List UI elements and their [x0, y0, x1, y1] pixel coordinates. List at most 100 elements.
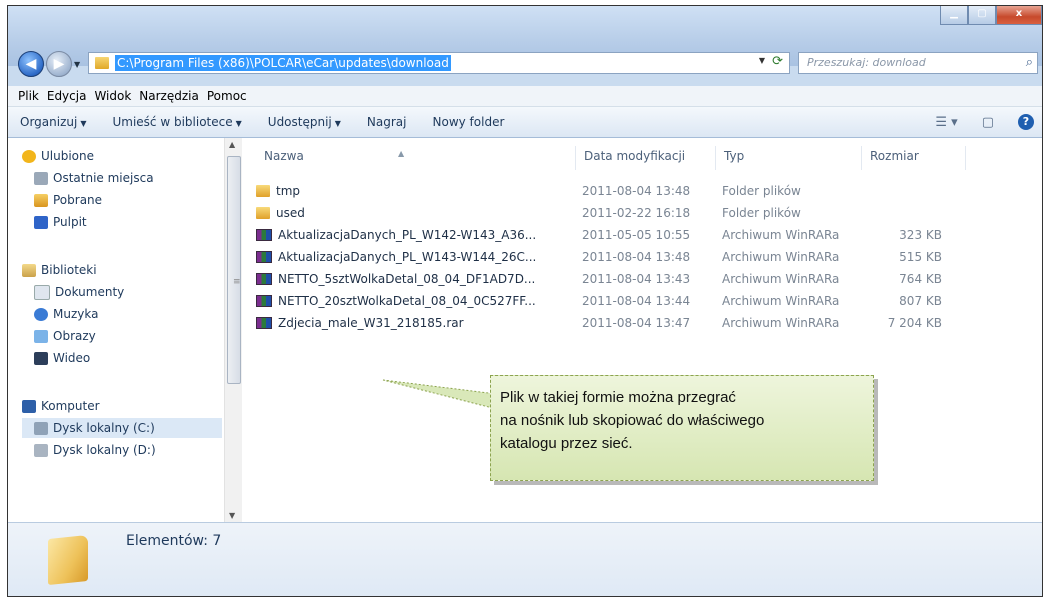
- file-type: Archiwum WinRARa: [722, 316, 840, 330]
- menu-item-view[interactable]: Widok: [94, 89, 131, 103]
- nav-item-pictures[interactable]: Obrazy: [34, 326, 96, 346]
- column-header-date[interactable]: Data modyfikacji: [576, 146, 716, 170]
- item-count: Elementów: 7: [126, 533, 222, 549]
- new-folder-button[interactable]: Nowy folder: [433, 115, 505, 129]
- winrar-archive-icon: [256, 251, 272, 263]
- nav-label: Obrazy: [53, 329, 96, 343]
- search-icon[interactable]: ⌕: [1026, 55, 1033, 70]
- share-button[interactable]: Udostępnij ▼: [268, 115, 341, 129]
- scroll-down-icon[interactable]: ▼: [229, 511, 235, 520]
- nav-label: Dokumenty: [55, 285, 125, 299]
- menu-item-help[interactable]: Pomoc: [207, 89, 247, 103]
- nav-item-disk-d[interactable]: Dysk lokalny (D:): [34, 440, 156, 460]
- file-size: 323 KB: [899, 228, 942, 242]
- nav-item-computer[interactable]: Komputer: [22, 396, 100, 416]
- view-options-icon[interactable]: ☰ ▾: [935, 115, 957, 130]
- winrar-archive-icon: [256, 273, 272, 285]
- file-name: tmp: [276, 184, 301, 198]
- file-date: 2011-08-04 13:48: [582, 184, 691, 198]
- scroll-up-icon[interactable]: ▲: [229, 140, 235, 149]
- menu-item-file[interactable]: Plik: [18, 89, 39, 103]
- recent-places-icon: [34, 171, 48, 185]
- nav-item-favorites[interactable]: Ulubione: [22, 146, 94, 166]
- callout-line: katalogu przez sieć.: [500, 435, 633, 452]
- menu-item-tools[interactable]: Narzędzia: [139, 89, 199, 103]
- organize-label: Organizuj: [20, 115, 78, 129]
- file-row[interactable]: AktualizacjaDanych_PL_W142-W143_A36... 2…: [244, 225, 964, 247]
- file-row[interactable]: AktualizacjaDanych_PL_W143-W144_26C... 2…: [244, 247, 964, 269]
- nav-label: Komputer: [41, 399, 100, 413]
- back-button[interactable]: ◀: [18, 51, 44, 77]
- history-dropdown-icon[interactable]: ▼: [74, 60, 80, 69]
- search-box[interactable]: Przeszukaj: download ⌕: [798, 52, 1038, 74]
- maximize-button[interactable]: ▢: [968, 6, 996, 25]
- file-row[interactable]: NETTO_20sztWolkaDetal_08_04_0C527FF... 2…: [244, 291, 964, 313]
- menu-item-edit[interactable]: Edycja: [47, 89, 87, 103]
- callout-line: na nośnik lub skopiować do właściwego: [500, 412, 765, 429]
- preview-pane-icon[interactable]: ▢: [982, 115, 994, 130]
- nav-item-disk-c[interactable]: Dysk lokalny (C:): [22, 418, 222, 438]
- nav-item-documents[interactable]: Dokumenty: [34, 282, 124, 302]
- navigation-bar: ◀ ▶ ▼ C:\Program Files (x86)\POLCAR\eCar…: [8, 48, 1042, 78]
- search-placeholder: Przeszukaj: download: [807, 56, 926, 69]
- column-header-size[interactable]: Rozmiar: [862, 146, 966, 170]
- share-label: Udostępnij: [267, 115, 332, 129]
- file-name-cell: used: [256, 206, 305, 220]
- file-name: used: [276, 206, 305, 220]
- nav-item-downloads[interactable]: Pobrane: [34, 190, 102, 210]
- burn-button[interactable]: Nagraj: [367, 115, 407, 129]
- nav-item-libraries[interactable]: Biblioteki: [22, 260, 97, 280]
- nav-label: Ulubione: [41, 149, 95, 163]
- details-pane: Elementów: 7: [8, 522, 1042, 596]
- file-row[interactable]: used 2011-02-22 16:18 Folder plików: [244, 203, 964, 225]
- organize-button[interactable]: Organizuj ▼: [20, 115, 86, 129]
- address-dropdown-icon[interactable]: ▼: [759, 56, 765, 65]
- file-row[interactable]: tmp 2011-08-04 13:48 Folder plików: [244, 181, 964, 203]
- column-header-label: Nazwa: [264, 149, 304, 163]
- nav-item-recent[interactable]: Ostatnie miejsca: [34, 168, 154, 188]
- view-controls: ☰ ▾ ▢ ?: [935, 107, 1042, 137]
- close-button[interactable]: x: [996, 6, 1042, 25]
- scroll-thumb[interactable]: ≡: [227, 156, 241, 384]
- menu-bar: Plik Edycja Widok Narzędzia Pomoc: [8, 86, 1042, 107]
- winrar-archive-icon: [256, 229, 272, 241]
- file-date: 2011-08-04 13:43: [582, 272, 691, 286]
- folder-icon: [95, 57, 109, 69]
- drive-icon: [34, 421, 48, 435]
- nav-item-desktop[interactable]: Pulpit: [34, 212, 87, 232]
- address-bar[interactable]: C:\Program Files (x86)\POLCAR\eCar\updat…: [88, 52, 790, 74]
- winrar-archive-icon: [256, 295, 272, 307]
- nav-scrollbar[interactable]: ▲ ≡ ▼: [224, 138, 242, 522]
- file-name-cell: AktualizacjaDanych_PL_W143-W144_26C...: [256, 250, 536, 264]
- minimize-button[interactable]: ▁: [940, 6, 968, 25]
- include-in-library-button[interactable]: Umieść w bibliotece ▼: [112, 115, 241, 129]
- chevron-down-icon: ▼: [235, 119, 242, 128]
- pictures-icon: [34, 329, 48, 343]
- folder-icon: [256, 185, 270, 197]
- chevron-down-icon: ▼: [334, 119, 341, 128]
- file-name-cell: AktualizacjaDanych_PL_W142-W143_A36...: [256, 228, 536, 242]
- nav-label: Wideo: [53, 351, 91, 365]
- file-name: AktualizacjaDanych_PL_W143-W144_26C...: [278, 250, 537, 264]
- file-name: AktualizacjaDanych_PL_W142-W143_A36...: [278, 228, 537, 242]
- file-name: Zdjecia_male_W31_218185.rar: [278, 316, 464, 330]
- file-name: NETTO_5sztWolkaDetal_08_04_DF1AD7D...: [278, 272, 536, 286]
- file-row[interactable]: NETTO_5sztWolkaDetal_08_04_DF1AD7D... 20…: [244, 269, 964, 291]
- address-path[interactable]: C:\Program Files (x86)\POLCAR\eCar\updat…: [115, 55, 451, 71]
- downloads-folder-icon: [34, 193, 48, 207]
- file-date: 2011-08-04 13:44: [582, 294, 691, 308]
- file-row[interactable]: Zdjecia_male_W31_218185.rar 2011-08-04 1…: [244, 313, 964, 335]
- refresh-icon[interactable]: ⟳: [772, 54, 783, 69]
- music-icon: [34, 307, 48, 321]
- column-header-name[interactable]: Nazwa ▲: [256, 146, 576, 170]
- help-icon[interactable]: ?: [1018, 114, 1034, 130]
- file-date: 2011-05-05 10:55: [582, 228, 691, 242]
- forward-button[interactable]: ▶: [46, 51, 72, 77]
- drive-icon: [34, 443, 48, 457]
- file-name-cell: Zdjecia_male_W31_218185.rar: [256, 316, 464, 330]
- nav-label: Pulpit: [53, 215, 87, 229]
- column-header-type[interactable]: Typ: [716, 146, 862, 170]
- sort-ascending-icon: ▲: [398, 149, 405, 158]
- nav-item-video[interactable]: Wideo: [34, 348, 90, 368]
- nav-item-music[interactable]: Muzyka: [34, 304, 98, 324]
